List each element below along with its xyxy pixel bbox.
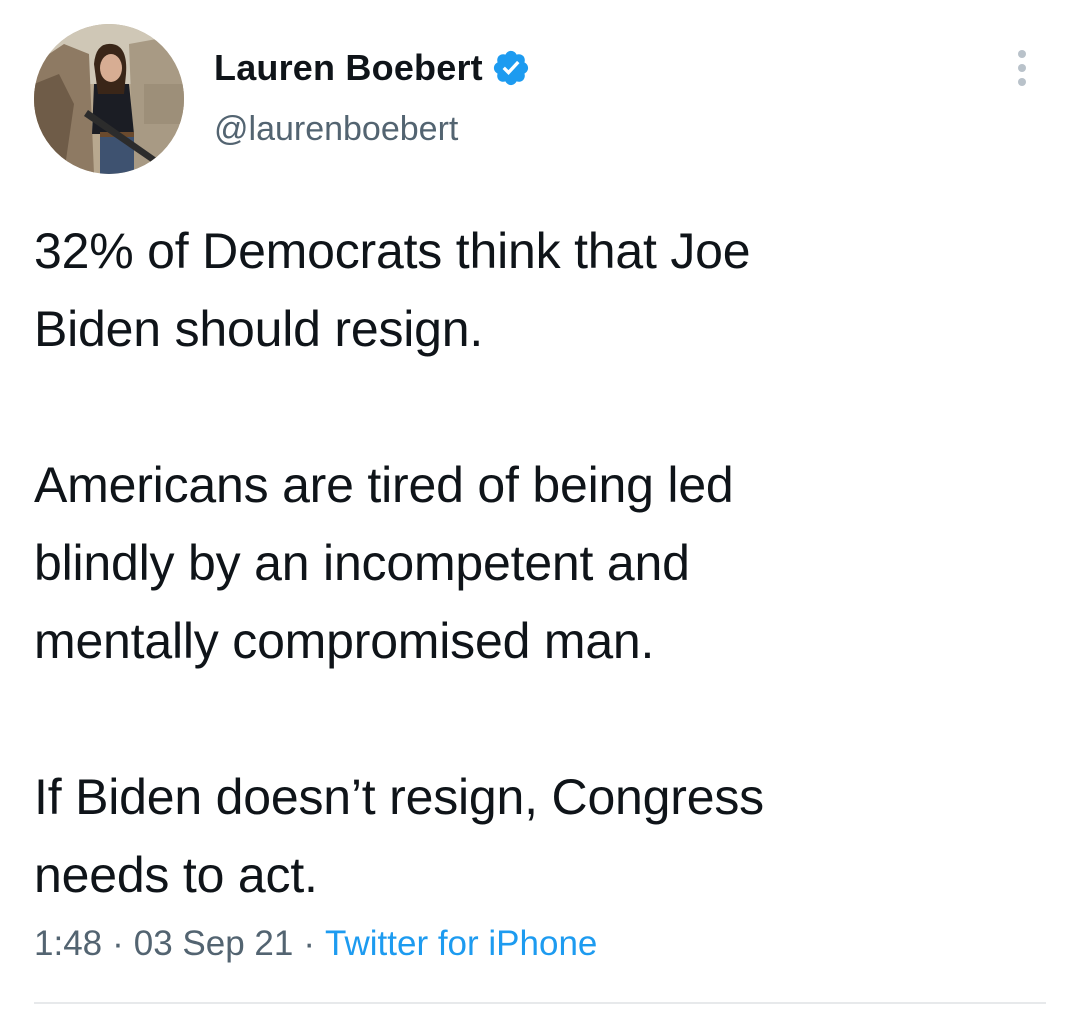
- more-dot: [1018, 50, 1026, 58]
- display-name[interactable]: Lauren Boebert: [214, 47, 483, 89]
- tweet-meta: 1:48 · 03 Sep 21 · Twitter for iPhone: [34, 924, 597, 964]
- verified-badge-icon: [491, 48, 531, 88]
- tweet-time[interactable]: 1:48: [34, 924, 102, 963]
- tweet-paragraph: 32% of Democrats think that Joe Biden sh…: [34, 223, 751, 357]
- author-name-row: Lauren Boebert: [214, 46, 531, 90]
- avatar-photo: [34, 24, 184, 174]
- more-dot: [1018, 78, 1026, 86]
- tweet-paragraph: Americans are tired of being led blindly…: [34, 457, 734, 669]
- tweet-text: 32% of Democrats think that Joe Biden sh…: [34, 212, 1044, 914]
- divider: [34, 1002, 1046, 1004]
- tweet-date[interactable]: 03 Sep 21: [134, 924, 294, 963]
- author-handle[interactable]: @laurenboebert: [214, 110, 458, 149]
- more-dot: [1018, 64, 1026, 72]
- tweet-paragraph: If Biden doesn’t resign, Congress needs …: [34, 769, 764, 903]
- more-options-icon[interactable]: [1004, 50, 1040, 86]
- meta-separator: ·: [112, 924, 124, 963]
- tweet: Lauren Boebert @laurenboebert 32% of Dem…: [0, 0, 1080, 1026]
- avatar[interactable]: [34, 24, 184, 174]
- tweet-source-link[interactable]: Twitter for iPhone: [325, 924, 597, 963]
- meta-separator: ·: [303, 924, 316, 963]
